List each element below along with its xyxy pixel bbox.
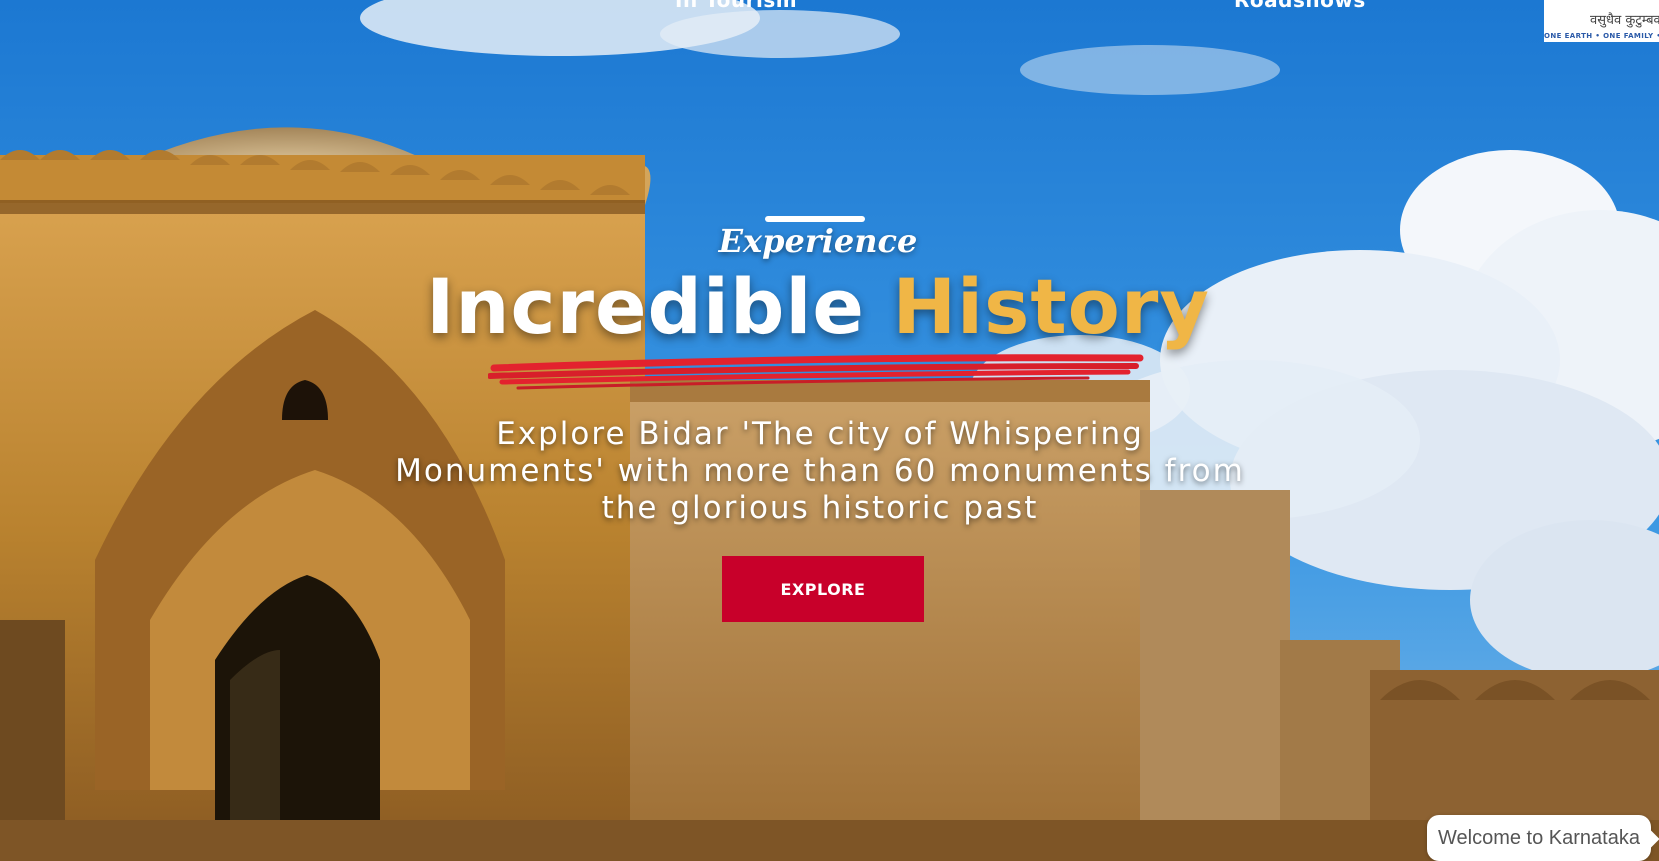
- hero-description: Explore Bidar 'The city of Whispering Mo…: [395, 416, 1245, 526]
- g20-tagline-hindi: वसुधैव कुटुम्बकम्: [1590, 13, 1659, 28]
- hero-banner: In Tourism Roadshows वसुधैव कुटुम्बकम् O…: [0, 0, 1659, 861]
- nav-link-roadshows[interactable]: Roadshows: [1234, 0, 1366, 12]
- brush-underline-decoration: [488, 354, 1144, 390]
- explore-button[interactable]: EXPLORE: [722, 556, 924, 622]
- g20-logo-badge[interactable]: वसुधैव कुटुम्बकम् ONE EARTH • ONE FAMILY…: [1544, 0, 1659, 42]
- hero-title: Incredible History: [0, 262, 1636, 352]
- hero-title-white: Incredible: [426, 262, 865, 351]
- chat-welcome-bubble[interactable]: Welcome to Karnataka: [1427, 815, 1659, 861]
- hero-title-gold: History: [892, 262, 1210, 351]
- nav-link-tourism[interactable]: In Tourism: [675, 0, 797, 12]
- chat-welcome-label: Welcome to Karnataka: [1438, 827, 1640, 849]
- hero-eyebrow: Experience: [718, 222, 918, 260]
- g20-tagline-english: ONE EARTH • ONE FAMILY • ONE FUTURE: [1544, 32, 1659, 40]
